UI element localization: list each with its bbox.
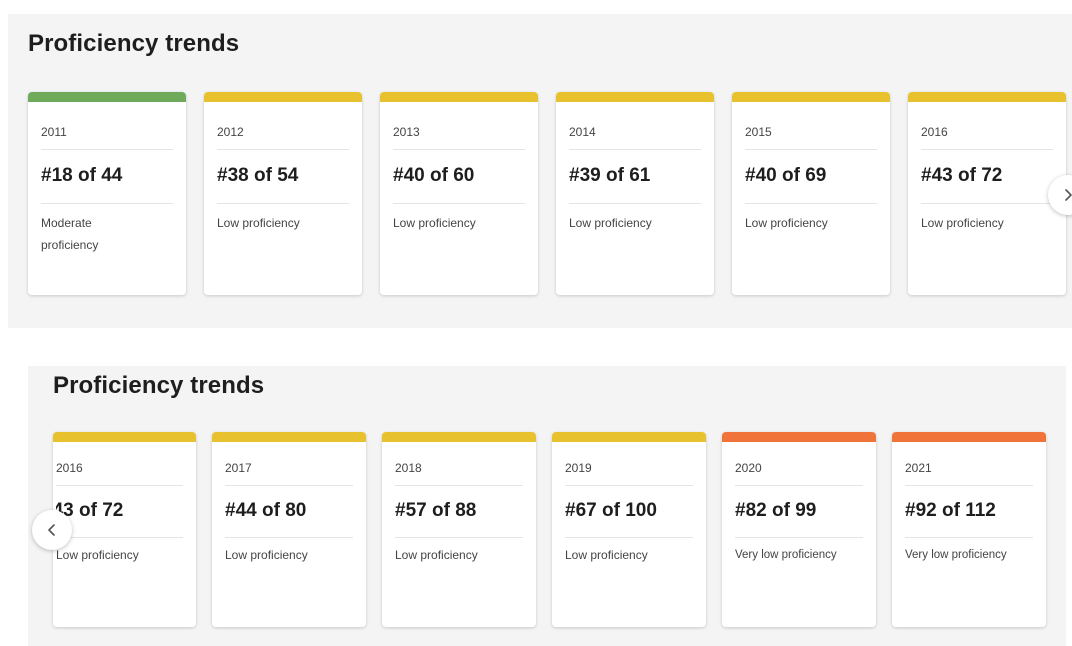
year-card[interactable]: 2017 #44 of 80 Low proficiency bbox=[212, 432, 366, 627]
card-proficiency-level: Low proficiency bbox=[225, 548, 308, 562]
card-proficiency-level: Low proficiency bbox=[393, 216, 476, 230]
card-rank: #92 of 112 bbox=[905, 486, 1033, 538]
card-proficiency-level: Low proficiency bbox=[921, 216, 1004, 230]
card-year: 2012 bbox=[217, 102, 349, 150]
card-rank: #38 of 54 bbox=[217, 150, 349, 204]
card-rank: #18 of 44 bbox=[41, 150, 173, 204]
card-rank: #40 of 60 bbox=[393, 150, 525, 204]
card-year: 2014 bbox=[569, 102, 701, 150]
card-year: 2015 bbox=[745, 102, 877, 150]
proficiency-color-bar bbox=[204, 92, 362, 102]
proficiency-color-bar bbox=[382, 432, 536, 442]
proficiency-trends-panel-bottom: Proficiency trends 2016 #43 of 72 Low pr… bbox=[28, 366, 1066, 646]
card-rank: #57 of 88 bbox=[395, 486, 523, 538]
card-year: 2018 bbox=[395, 442, 523, 486]
card-year: 2021 bbox=[905, 442, 1033, 486]
card-proficiency-level: Low proficiency bbox=[56, 548, 139, 562]
card-year: 2020 bbox=[735, 442, 863, 486]
chevron-left-icon bbox=[45, 523, 59, 537]
card-year: 2019 bbox=[565, 442, 693, 486]
card-year: 2011 bbox=[41, 102, 173, 150]
proficiency-color-bar bbox=[380, 92, 538, 102]
card-rank: #43 of 72 bbox=[56, 486, 183, 538]
year-card[interactable]: 2012 #38 of 54 Low proficiency bbox=[204, 92, 362, 295]
card-rank: #67 of 100 bbox=[565, 486, 693, 538]
proficiency-color-bar bbox=[908, 92, 1066, 102]
year-card[interactable]: 2021 #92 of 112 Very low proficiency bbox=[892, 432, 1046, 627]
card-year: 2017 bbox=[225, 442, 353, 486]
card-year: 2013 bbox=[393, 102, 525, 150]
card-proficiency-level: Low proficiency bbox=[395, 548, 478, 562]
chevron-right-icon bbox=[1061, 188, 1072, 202]
card-proficiency-level: Very low proficiency bbox=[735, 549, 837, 561]
card-proficiency-level: Low proficiency bbox=[565, 548, 648, 562]
year-card[interactable]: 2019 #67 of 100 Low proficiency bbox=[552, 432, 706, 627]
card-year: 2016 bbox=[56, 442, 183, 486]
card-year: 2016 bbox=[921, 102, 1053, 150]
card-proficiency-level: Low proficiency bbox=[745, 216, 828, 230]
card-proficiency-level: Low proficiency bbox=[569, 216, 652, 230]
proficiency-color-bar bbox=[732, 92, 890, 102]
card-proficiency-level: Low proficiency bbox=[217, 216, 300, 230]
year-card[interactable]: 2018 #57 of 88 Low proficiency bbox=[382, 432, 536, 627]
proficiency-color-bar bbox=[212, 432, 366, 442]
year-card[interactable]: 2011 #18 of 44 Moderate proficiency bbox=[28, 92, 186, 295]
card-rank: #43 of 72 bbox=[921, 150, 1053, 204]
proficiency-color-bar bbox=[28, 92, 186, 102]
year-card[interactable]: 2020 #82 of 99 Very low proficiency bbox=[722, 432, 876, 627]
year-card[interactable]: 2016 #43 of 72 Low proficiency bbox=[53, 432, 196, 627]
card-rank: #40 of 69 bbox=[745, 150, 877, 204]
card-rank: #82 of 99 bbox=[735, 486, 863, 538]
proficiency-color-bar bbox=[892, 432, 1046, 442]
panel-title: Proficiency trends bbox=[53, 372, 265, 399]
proficiency-color-bar bbox=[722, 432, 876, 442]
year-card[interactable]: 2016 #43 of 72 Low proficiency bbox=[908, 92, 1066, 295]
year-card[interactable]: 2014 #39 of 61 Low proficiency bbox=[556, 92, 714, 295]
card-proficiency-level: Very low proficiency bbox=[905, 549, 1007, 561]
panel-title: Proficiency trends bbox=[28, 30, 240, 57]
card-proficiency-level: Moderate proficiency bbox=[41, 216, 99, 252]
card-rank: #44 of 80 bbox=[225, 486, 353, 538]
year-card[interactable]: 2015 #40 of 69 Low proficiency bbox=[732, 92, 890, 295]
proficiency-color-bar bbox=[552, 432, 706, 442]
previous-button[interactable] bbox=[32, 510, 72, 550]
proficiency-trends-panel-top: Proficiency trends 2011 #18 of 44 Modera… bbox=[8, 14, 1072, 328]
proficiency-color-bar bbox=[53, 432, 196, 442]
proficiency-color-bar bbox=[556, 92, 714, 102]
year-card[interactable]: 2013 #40 of 60 Low proficiency bbox=[380, 92, 538, 295]
card-rank: #39 of 61 bbox=[569, 150, 701, 204]
